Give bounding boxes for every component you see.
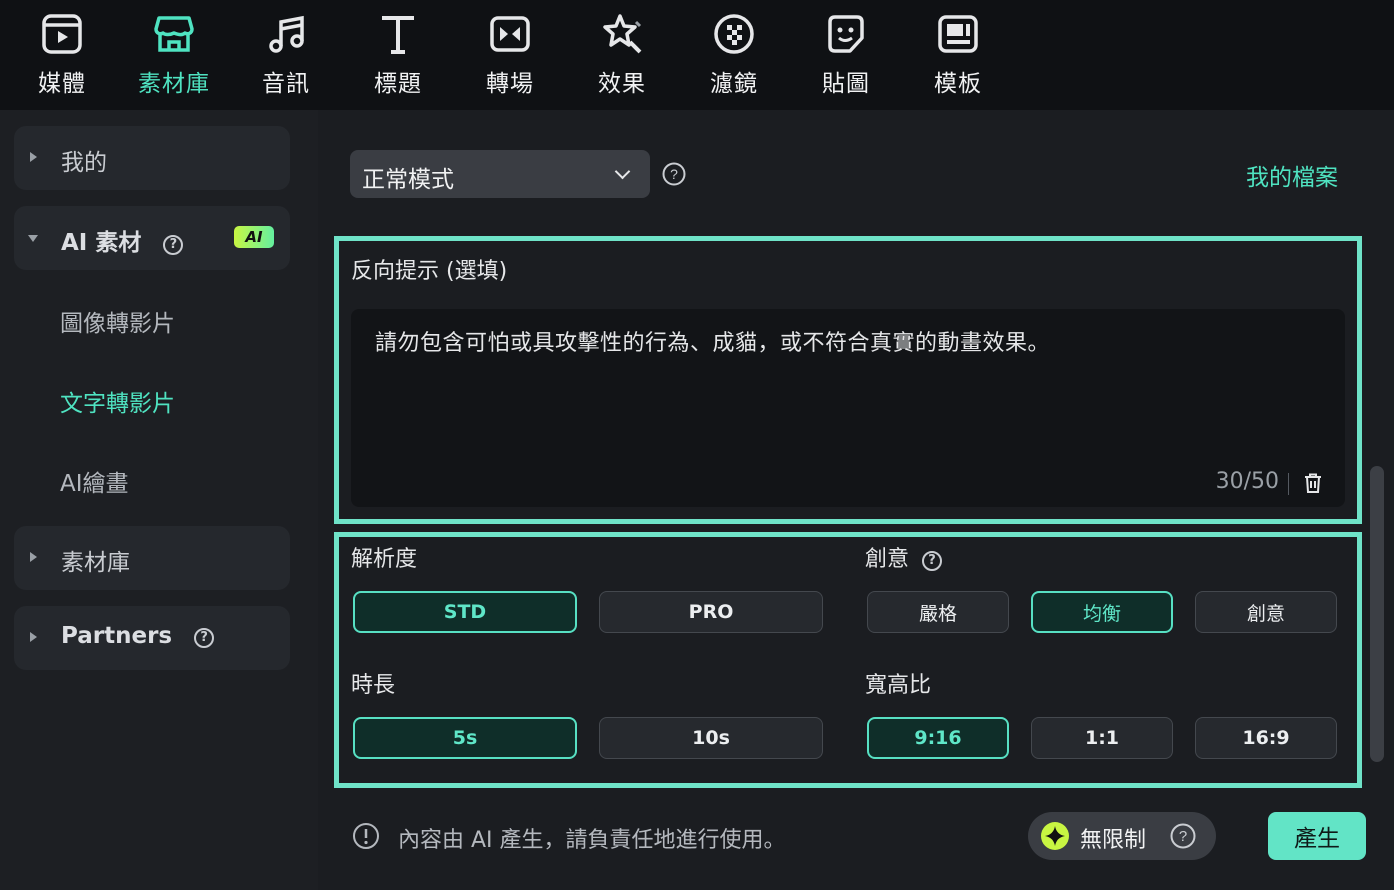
toolbar-label: 轉場 xyxy=(486,71,534,97)
toolbar-transitions[interactable]: 轉場 xyxy=(462,12,558,104)
sidebar-item-partners[interactable]: Partners ? xyxy=(14,606,290,670)
sidebar-item-label: AI 素材 ? xyxy=(61,223,184,257)
toolbar-label: 標題 xyxy=(374,71,422,97)
sidebar: 我的 AI 素材 ? AI 圖像轉影片 文字轉影片 AI繪畫 素材庫 Partn… xyxy=(0,110,318,890)
svg-text:?: ? xyxy=(670,166,678,182)
chevron-down-icon xyxy=(614,163,631,180)
music-note-icon xyxy=(269,15,304,53)
trash-icon[interactable] xyxy=(1301,471,1325,495)
duration-label: 時長 xyxy=(351,673,396,698)
negative-prompt-panel: 反向提示 (選填) 請勿包含可怕或具攻擊性的行為、成貓，或不符合真實的動畫效果。… xyxy=(334,236,1362,524)
caret-right-icon xyxy=(30,552,37,562)
mode-select[interactable]: 正常模式 xyxy=(350,150,650,198)
caret-right-icon xyxy=(30,632,37,642)
creativity-creative-button[interactable]: 創意 xyxy=(1195,591,1337,633)
sidebar-item-label: 我的 xyxy=(61,150,107,176)
toolbar-label: 音訊 xyxy=(262,71,310,97)
generate-button[interactable]: 產生 xyxy=(1268,812,1366,860)
info-icon xyxy=(353,823,379,849)
help-icon[interactable]: ? xyxy=(1170,823,1196,849)
sidebar-item-library[interactable]: 素材庫 xyxy=(14,526,290,590)
sidebar-sub-image-to-video[interactable]: 圖像轉影片 xyxy=(60,304,175,338)
aspect-16-9-button[interactable]: 16:9 xyxy=(1195,717,1337,759)
resolution-std-button[interactable]: STD xyxy=(353,591,577,633)
toolbar-label: 貼圖 xyxy=(822,71,870,97)
media-icon xyxy=(42,14,82,54)
my-files-link[interactable]: 我的檔案 xyxy=(1246,158,1338,192)
sidebar-item-ai-assets[interactable]: AI 素材 ? AI xyxy=(14,206,290,270)
help-icon[interactable]: ? xyxy=(163,234,184,255)
settings-panel: 解析度 STD PRO 創意 ? 嚴格 均衡 創意 時長 5s 10s 寬高比 … xyxy=(334,532,1362,788)
sidebar-sub-ai-painting[interactable]: AI繪畫 xyxy=(60,464,129,498)
sidebar-sub-text-to-video[interactable]: 文字轉影片 xyxy=(60,384,175,418)
toolbar-label: 效果 xyxy=(598,71,646,97)
main-panel: 正常模式 ? 我的檔案 反向提示 (選填) 請勿包含可怕或具攻擊性的行為、成貓，… xyxy=(318,110,1394,890)
toolbar-templates[interactable]: 模板 xyxy=(910,12,1006,104)
negative-prompt-text: 請勿包含可怕或具攻擊性的行為、成貓，或不符合真實的動畫效果。 xyxy=(375,331,1051,356)
sidebar-item-label: Partners ? xyxy=(61,623,215,649)
sidebar-item-mine[interactable]: 我的 xyxy=(14,126,290,190)
aspect-9-16-button[interactable]: 9:16 xyxy=(867,717,1009,759)
char-counter: 30/50 xyxy=(1215,469,1279,494)
unlimited-credits-pill[interactable]: 無限制 ? xyxy=(1028,812,1216,860)
negative-prompt-input[interactable]: 請勿包含可怕或具攻擊性的行為、成貓，或不符合真實的動畫效果。 30/50 xyxy=(351,309,1345,507)
toolbar-stickers[interactable]: 貼圖 xyxy=(798,12,894,104)
ai-notice-text: 內容由 AI 產生，請負責任地進行使用。 xyxy=(398,828,786,853)
title-t-icon xyxy=(382,16,414,54)
negative-prompt-label: 反向提示 (選填) xyxy=(351,259,508,284)
unlimited-label: 無限制 xyxy=(1080,828,1147,853)
transition-icon xyxy=(490,16,530,52)
caret-right-icon xyxy=(30,152,37,162)
resolution-pro-button[interactable]: PRO xyxy=(599,591,823,633)
store-icon xyxy=(154,16,194,52)
toolbar-effects[interactable]: 效果 xyxy=(574,12,670,104)
toolbar-store[interactable]: 素材庫 xyxy=(126,12,222,104)
help-icon[interactable]: ? xyxy=(922,550,943,571)
aspect-1-1-button[interactable]: 1:1 xyxy=(1031,717,1173,759)
toolbar-audio[interactable]: 音訊 xyxy=(238,12,334,104)
top-toolbar: 媒體 素材庫 音訊 標題 轉場 效果 濾鏡 貼圖 模板 xyxy=(0,0,1394,110)
help-icon[interactable]: ? xyxy=(194,627,215,648)
resolution-label: 解析度 xyxy=(351,547,418,572)
filter-icon xyxy=(714,14,754,54)
effects-star-icon xyxy=(603,14,642,54)
help-icon[interactable]: ? xyxy=(662,162,686,186)
aspect-ratio-label: 寬高比 xyxy=(865,673,932,698)
sparkle-icon xyxy=(1041,822,1069,850)
toolbar-titles[interactable]: 標題 xyxy=(350,12,446,104)
creativity-balanced-button[interactable]: 均衡 xyxy=(1031,591,1173,633)
creativity-label: 創意 ? xyxy=(865,541,943,573)
toolbar-filters[interactable]: 濾鏡 xyxy=(686,12,782,104)
toolbar-label: 素材庫 xyxy=(138,71,210,97)
scrollbar[interactable] xyxy=(1370,466,1384,762)
toolbar-label: 模板 xyxy=(934,71,982,97)
template-icon xyxy=(938,15,978,53)
creativity-strict-button[interactable]: 嚴格 xyxy=(867,591,1009,633)
duration-10s-button[interactable]: 10s xyxy=(599,717,823,759)
toolbar-label: 媒體 xyxy=(38,71,86,97)
svg-text:?: ? xyxy=(1179,828,1187,845)
divider xyxy=(1288,473,1289,495)
caret-down-icon xyxy=(28,235,38,242)
ai-badge: AI xyxy=(234,226,274,248)
toolbar-label: 濾鏡 xyxy=(710,71,758,97)
mode-select-value: 正常模式 xyxy=(362,167,454,193)
sticker-icon xyxy=(828,15,864,53)
sidebar-item-label: 素材庫 xyxy=(61,550,130,576)
toolbar-media[interactable]: 媒體 xyxy=(14,12,110,104)
duration-5s-button[interactable]: 5s xyxy=(353,717,577,759)
